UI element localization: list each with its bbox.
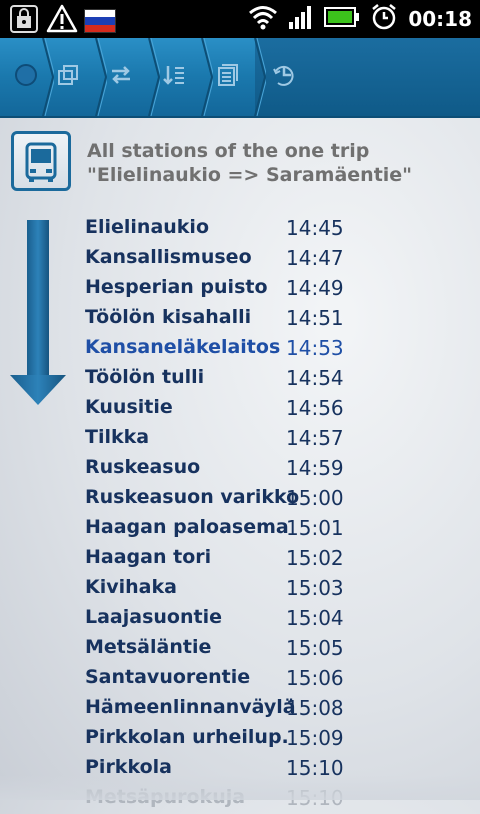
stop-name: Tilkka	[85, 426, 150, 448]
stop-name: Töölön kisahalli	[85, 306, 252, 328]
stop-row[interactable]: Elielinaukio 14:45	[85, 214, 475, 244]
toolbar	[0, 37, 480, 118]
stop-time: 15:08	[286, 696, 344, 720]
stop-time: 15:05	[286, 636, 344, 660]
status-time: 00:18	[408, 7, 472, 31]
stop-row[interactable]: Haagan tori 15:02	[85, 544, 475, 574]
stop-row[interactable]: Kansallismuseo 14:47	[85, 244, 475, 274]
trip-route: "Elielinaukio => Saramäentie"	[87, 164, 413, 186]
stop-time: 14:47	[286, 246, 344, 270]
stop-row[interactable]: Tilkka 14:57	[85, 424, 475, 454]
stop-time: 15:03	[286, 576, 344, 600]
stop-time: 14:54	[286, 366, 344, 390]
stop-name: Haagan paloasema	[85, 516, 289, 538]
swap-button[interactable]	[95, 38, 147, 116]
stop-row[interactable]: Ruskeasuo 14:59	[85, 454, 475, 484]
warning-icon	[46, 3, 78, 39]
copy-button[interactable]	[42, 38, 94, 116]
stop-row[interactable]: Töölön kisahalli 14:51	[85, 304, 475, 334]
stop-name: Haagan tori	[85, 546, 212, 568]
page-title: All stations of the one trip	[87, 140, 370, 162]
stop-row[interactable]: Hesperian puisto 14:49	[85, 274, 475, 304]
stop-name: Kansallismuseo	[85, 246, 252, 268]
bus-icon	[11, 131, 71, 191]
stop-name: Laajasuontie	[85, 606, 222, 628]
stop-time: 15:00	[286, 486, 344, 510]
stop-name: Kivihaka	[85, 576, 177, 598]
shopping-bag-icon	[8, 3, 40, 39]
stop-name: Hesperian puisto	[85, 276, 268, 298]
copy-icon	[56, 63, 80, 91]
swap-icon	[109, 63, 133, 91]
stop-row[interactable]: Hämeenlinnanväylä 15:08	[85, 694, 475, 724]
stop-name: Kuusitie	[85, 396, 173, 418]
stop-row[interactable]: Pirkkolan urheilup. 15:09	[85, 724, 475, 754]
alarm-icon	[370, 3, 398, 35]
signal-icon	[288, 4, 314, 34]
list-button[interactable]	[201, 38, 253, 116]
stop-row[interactable]: Ruskeasuon varikko 15:00	[85, 484, 475, 514]
stop-row[interactable]: Haagan paloasema 15:01	[85, 514, 475, 544]
stop-name: Santavuorentie	[85, 666, 251, 688]
stop-name: Hämeenlinnanväylä	[85, 696, 296, 718]
stop-time: 14:49	[286, 276, 344, 300]
history-icon	[272, 63, 296, 91]
list-icon	[215, 63, 239, 91]
stop-time: 15:06	[286, 666, 344, 690]
stop-row[interactable]: Kuusitie 14:56	[85, 394, 475, 424]
stop-name: Kansaneläkelaitos	[85, 336, 281, 358]
stops-list: Elielinaukio 14:45 Kansallismuseo 14:47 Hesp…	[85, 214, 475, 814]
stop-time: 15:09	[286, 726, 344, 750]
stop-time: 14:59	[286, 456, 344, 480]
status-bar: 00:18	[0, 0, 480, 38]
stop-name: Töölön tulli	[85, 366, 205, 388]
sort-button[interactable]	[148, 38, 200, 116]
stop-time: 14:56	[286, 396, 344, 420]
stop-name: Ruskeasuon varikko	[85, 486, 300, 508]
list-fade-overlay	[0, 775, 480, 800]
stop-name: Metsäläntie	[85, 636, 212, 658]
sort-icon	[162, 63, 186, 91]
stop-row[interactable]: Kivihaka 15:03	[85, 574, 475, 604]
stop-time: 15:04	[286, 606, 344, 630]
russian-flag-icon	[84, 9, 116, 33]
stop-name: Pirkkolan urheilup.	[85, 726, 289, 748]
stop-row[interactable]: Metsäläntie 15:05	[85, 634, 475, 664]
stop-name: Ruskeasuo	[85, 456, 201, 478]
stop-row[interactable]: Santavuorentie 15:06	[85, 664, 475, 694]
battery-icon	[324, 6, 360, 32]
stop-row[interactable]: Laajasuontie 15:04	[85, 604, 475, 634]
history-button[interactable]	[258, 38, 310, 116]
stop-time: 14:45	[286, 216, 344, 240]
stop-time: 14:57	[286, 426, 344, 450]
stop-time: 15:01	[286, 516, 344, 540]
stop-time: 14:53	[286, 336, 344, 360]
arrow-down-icon	[9, 218, 67, 412]
stop-time: 14:51	[286, 306, 344, 330]
wifi-icon	[248, 4, 278, 34]
stop-row[interactable]: Töölön tulli 14:54	[85, 364, 475, 394]
stop-row[interactable]: Kansaneläkelaitos 14:53	[85, 334, 475, 364]
stop-name: Elielinaukio	[85, 216, 209, 238]
stop-time: 15:02	[286, 546, 344, 570]
home-icon	[13, 62, 39, 92]
